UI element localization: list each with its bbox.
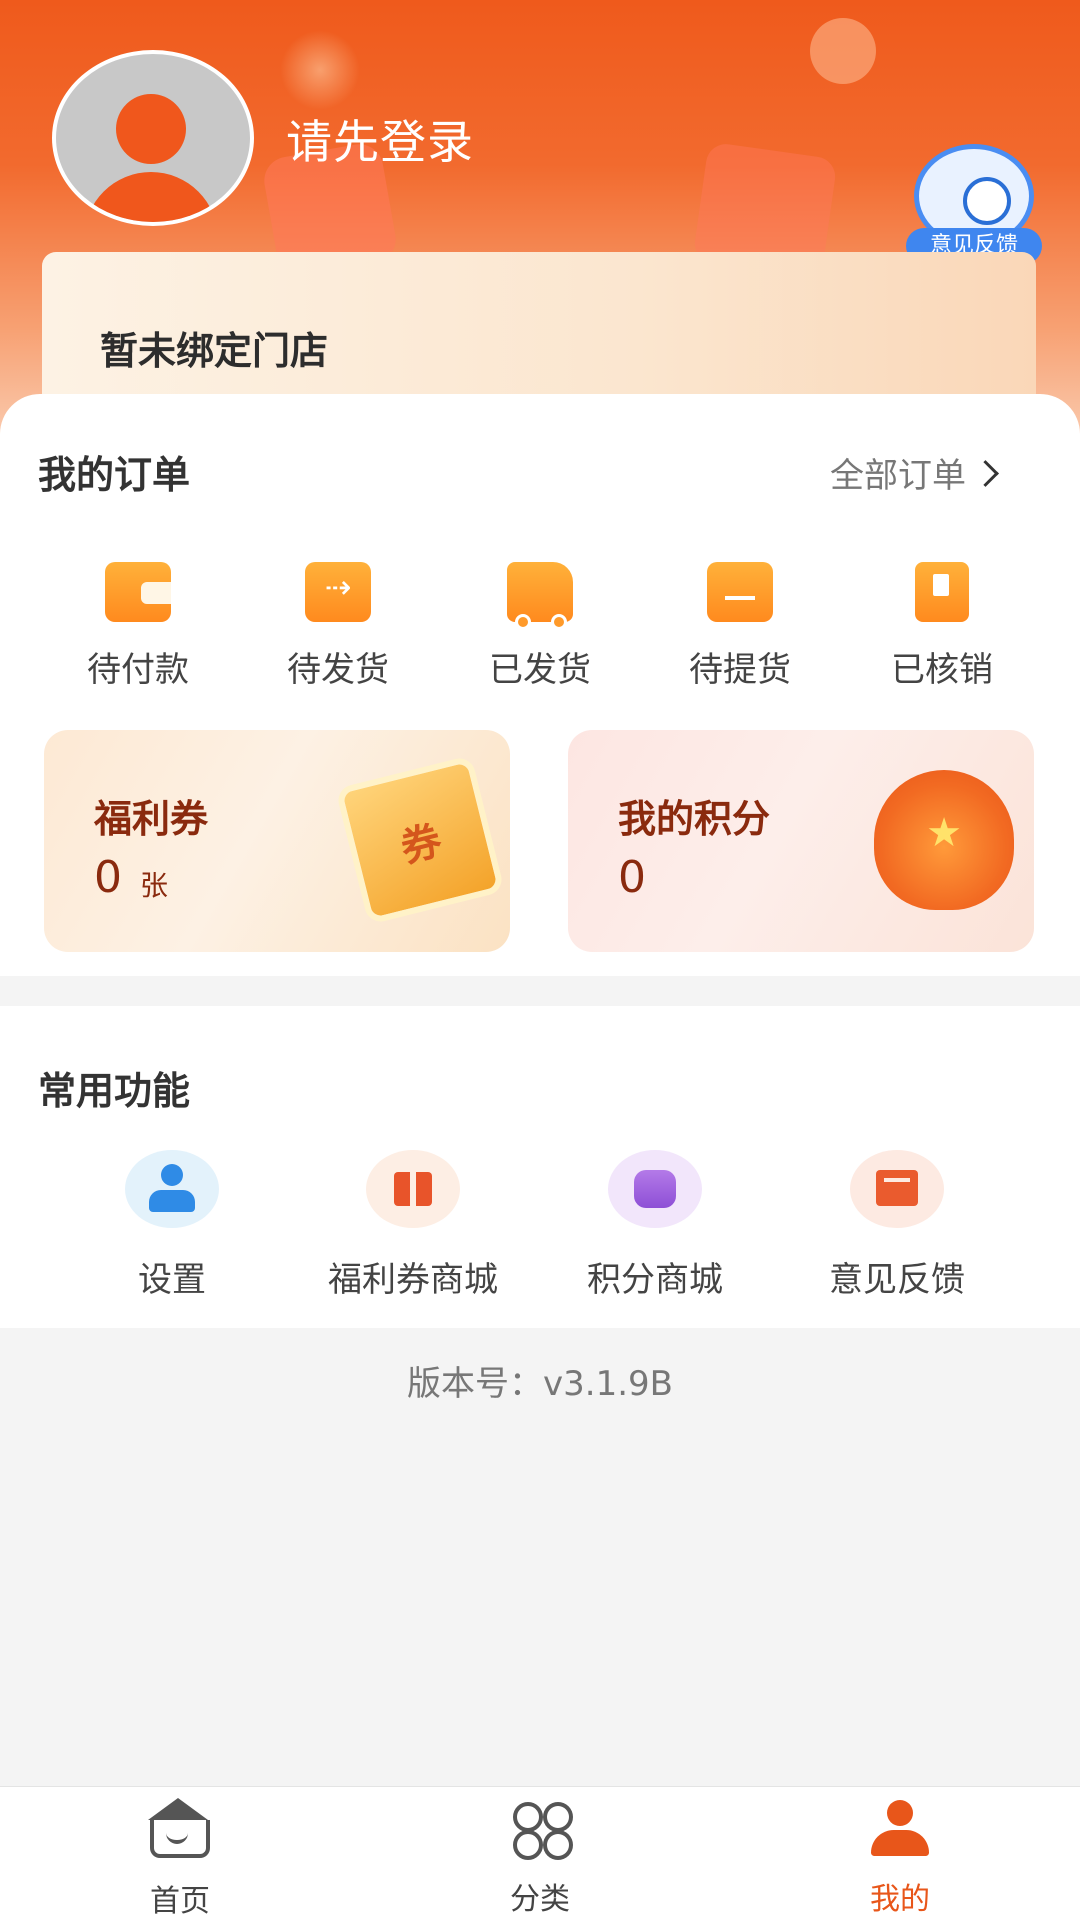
common-functions-title: 常用功能 xyxy=(38,1069,191,1113)
function-label: 福利券商城 xyxy=(328,1260,498,1300)
treasure-bag-icon: ★ xyxy=(874,770,1014,910)
coin-stack-icon xyxy=(608,1150,702,1228)
points-value: 0 xyxy=(618,852,646,903)
box-arrow-icon xyxy=(305,562,371,622)
truck-icon xyxy=(507,562,573,630)
chevron-right-icon xyxy=(972,460,999,487)
wallet-icon xyxy=(105,562,171,622)
order-status-verified[interactable]: 已核销 xyxy=(862,562,1022,691)
version-text: 版本号：v3.1.9B xyxy=(407,1364,673,1404)
user-settings-icon xyxy=(125,1150,219,1228)
order-status-label: 已核销 xyxy=(891,650,993,690)
order-status-pending-shipment[interactable]: 待发货 xyxy=(258,562,418,691)
order-status-pending-pickup[interactable]: 待提货 xyxy=(660,562,820,691)
tab-category[interactable]: 分类 xyxy=(440,1800,640,1918)
category-icon xyxy=(509,1800,571,1860)
tab-me[interactable]: 我的 xyxy=(800,1800,1000,1918)
tab-home[interactable]: 首页 xyxy=(80,1798,280,1920)
profile-icon xyxy=(869,1800,931,1856)
headset-agent-icon xyxy=(963,177,1011,225)
floating-feedback-button[interactable]: 意见反馈 xyxy=(906,144,1042,264)
avatar[interactable] xyxy=(52,50,254,226)
coupon-count: 0 xyxy=(94,852,122,903)
verified-doc-icon xyxy=(915,562,969,622)
function-label: 积分商城 xyxy=(587,1260,723,1300)
orders-section-title: 我的订单 xyxy=(38,453,191,497)
tab-label: 分类 xyxy=(510,1882,570,1917)
mail-icon xyxy=(850,1150,944,1228)
function-coupon-mall[interactable]: 福利券商城 xyxy=(298,1150,528,1301)
function-label: 意见反馈 xyxy=(829,1260,965,1300)
coupon-ticket-icon: 券 xyxy=(335,755,505,925)
function-settings[interactable]: 设置 xyxy=(57,1150,287,1301)
tab-label: 我的 xyxy=(870,1882,930,1917)
coupon-title: 福利券 xyxy=(94,797,209,841)
order-status-label: 已发货 xyxy=(489,650,591,690)
pickup-box-icon xyxy=(707,562,773,622)
store-status-text: 暂未绑定门店 xyxy=(100,329,329,373)
order-status-label: 待付款 xyxy=(87,650,189,690)
firework-decoration xyxy=(280,30,360,110)
gift-icon xyxy=(366,1150,460,1228)
login-prompt[interactable]: 请先登录 xyxy=(286,106,474,172)
function-feedback[interactable]: 意见反馈 xyxy=(782,1150,1012,1301)
avatar-head-icon xyxy=(116,94,186,164)
tab-label: 首页 xyxy=(150,1884,210,1919)
coupon-unit: 张 xyxy=(140,869,169,902)
coin-decoration xyxy=(810,18,876,84)
points-card[interactable]: 我的积分 0 ★ xyxy=(568,730,1034,952)
order-status-shipped[interactable]: 已发货 xyxy=(460,562,620,691)
home-icon xyxy=(148,1798,210,1858)
function-label: 设置 xyxy=(138,1260,206,1300)
avatar-body-icon xyxy=(84,172,218,222)
order-status-pending-payment[interactable]: 待付款 xyxy=(58,562,218,691)
order-status-label: 待发货 xyxy=(287,650,389,690)
order-status-label: 待提货 xyxy=(689,650,791,690)
all-orders-label: 全部订单 xyxy=(830,456,966,496)
points-title: 我的积分 xyxy=(618,797,771,841)
function-points-mall[interactable]: 积分商城 xyxy=(540,1150,770,1301)
all-orders-link[interactable]: 全部订单 xyxy=(830,448,999,497)
coupon-card[interactable]: 福利券 0 张 券 xyxy=(44,730,510,952)
